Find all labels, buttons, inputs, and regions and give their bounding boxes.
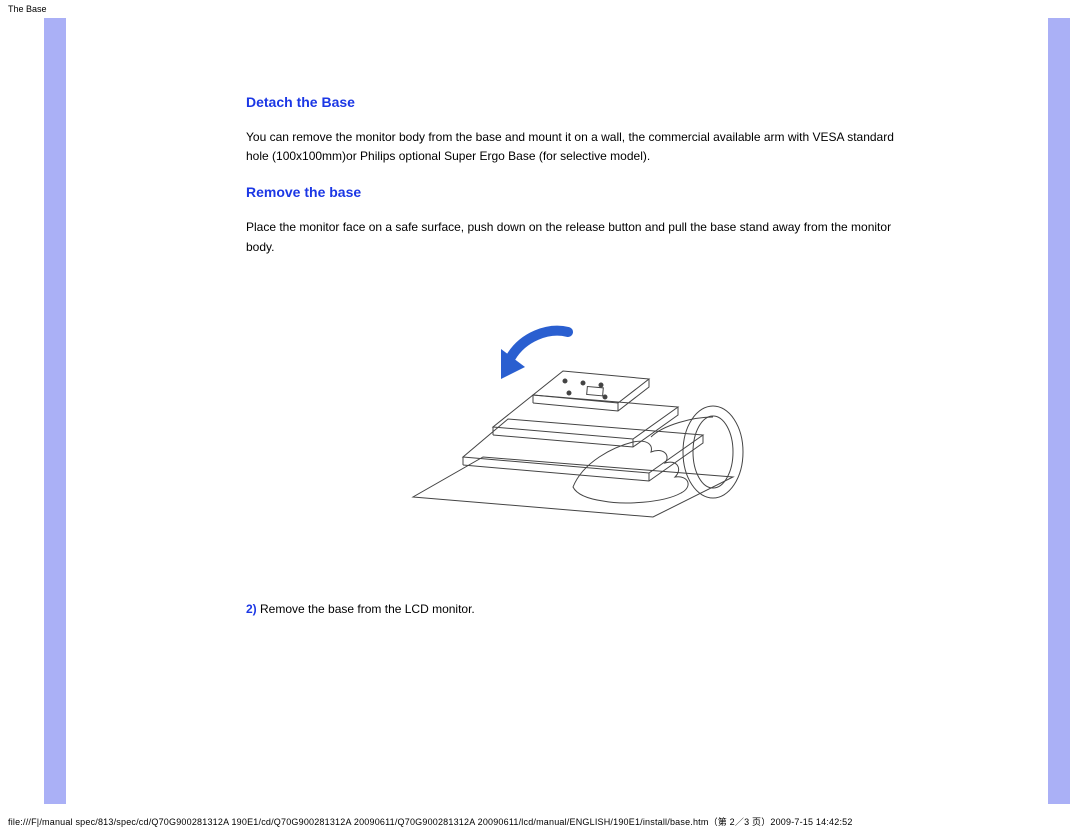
content-area: Detach the Base You can remove the monit… bbox=[246, 16, 900, 619]
illustration-remove-base bbox=[393, 287, 753, 537]
page-title-small: The Base bbox=[0, 0, 1080, 16]
illustration-wrap bbox=[246, 287, 900, 540]
step-2-text: Remove the base from the LCD monitor. bbox=[257, 602, 475, 616]
left-accent-bar bbox=[44, 18, 66, 804]
rotate-arrow-icon bbox=[501, 330, 568, 378]
step-2: 2) Remove the base from the LCD monitor. bbox=[246, 600, 900, 619]
heading-detach: Detach the Base bbox=[246, 94, 900, 110]
right-accent-bar bbox=[1048, 18, 1070, 804]
heading-remove: Remove the base bbox=[246, 184, 900, 200]
monitor-base-illustration bbox=[393, 287, 753, 537]
step-2-number: 2) bbox=[246, 602, 257, 616]
footer-path: file:///F|/manual spec/813/spec/cd/Q70G9… bbox=[8, 815, 853, 828]
paragraph-remove: Place the monitor face on a safe surface… bbox=[246, 218, 900, 256]
paragraph-detach: You can remove the monitor body from the… bbox=[246, 128, 900, 166]
